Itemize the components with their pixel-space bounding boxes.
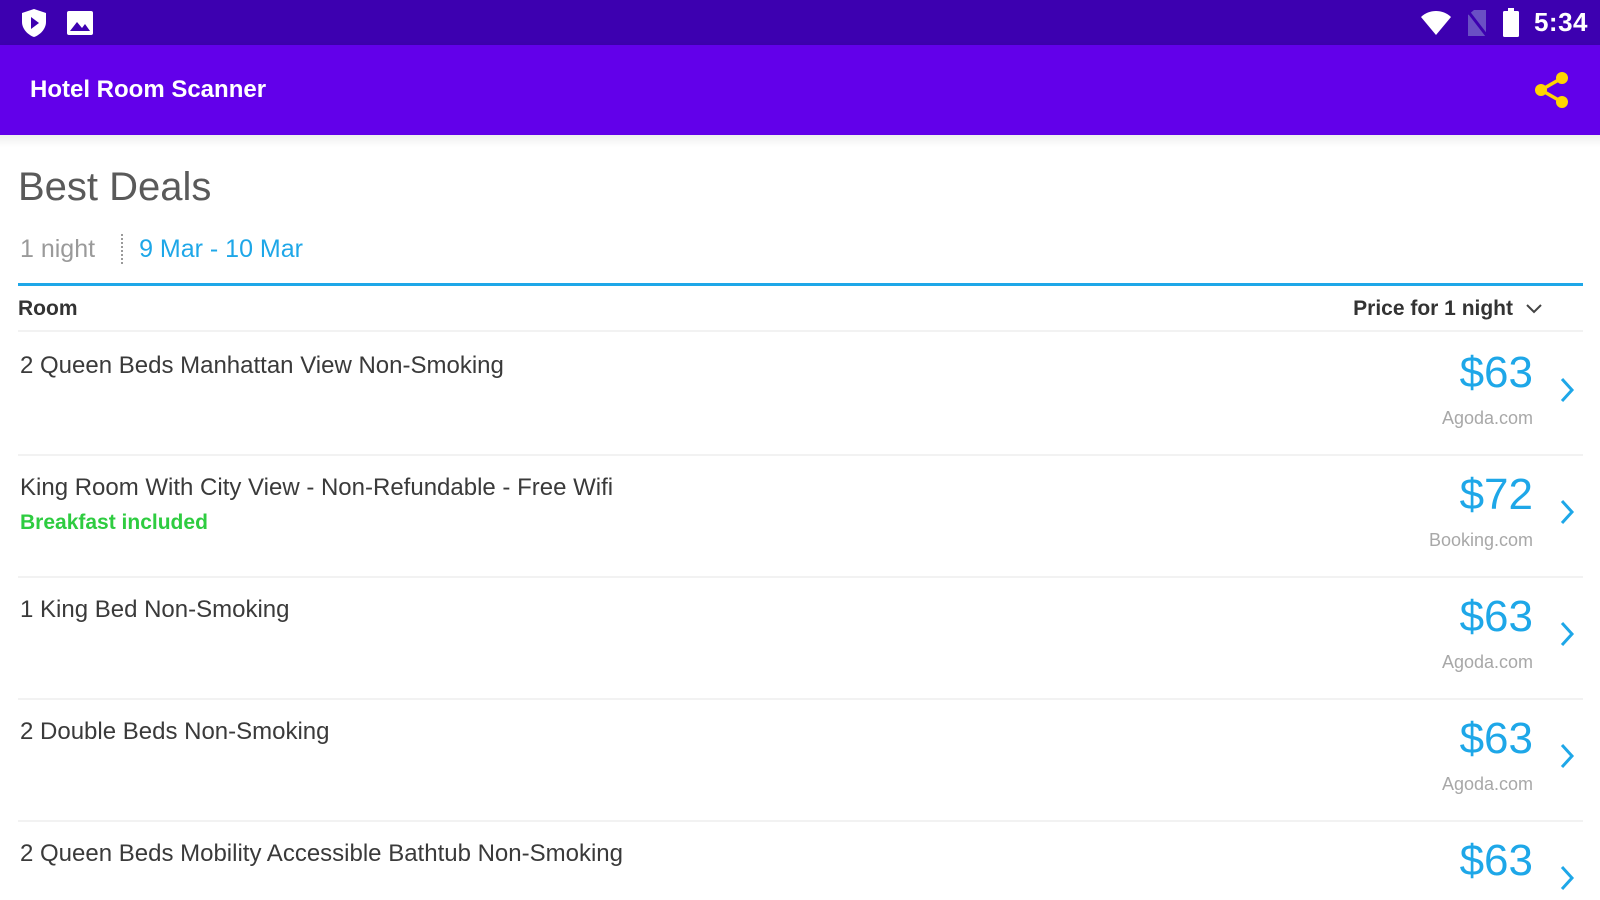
column-price-label: Price for 1 night [1353, 296, 1513, 320]
room-name: King Room With City View - Non-Refundabl… [20, 474, 614, 501]
shield-play-icon [20, 8, 48, 38]
room-source: Agoda.com [1441, 774, 1533, 794]
date-row: 1 night 9 Mar - 10 Mar [20, 229, 303, 269]
status-right: 5:34 [1420, 7, 1588, 38]
chevron-right-icon [1555, 618, 1579, 650]
app-title: Hotel Room Scanner [30, 76, 267, 103]
section-title: Best Deals [18, 165, 212, 209]
table-header: Room Price for 1 night [18, 287, 1583, 332]
room-name: 2 Queen Beds Manhattan View Non-Smoking [20, 352, 504, 379]
date-range-link[interactable]: 9 Mar - 10 Mar [139, 235, 303, 264]
content-area: Best Deals 1 night 9 Mar - 10 Mar Room P… [0, 135, 1600, 900]
chevron-right-icon [1555, 862, 1579, 894]
price-sort-dropdown[interactable]: Price for 1 night [1353, 297, 1543, 321]
room-name: 1 King Bed Non-Smoking [20, 596, 290, 623]
room-price: $63 [1459, 592, 1533, 641]
column-room: Room [18, 296, 78, 320]
room-price: $63 [1459, 714, 1533, 763]
room-row[interactable]: 2 Double Beds Non-Smoking $63 Agoda.com [18, 700, 1583, 822]
share-button[interactable] [1528, 66, 1576, 114]
chevron-right-icon [1555, 740, 1579, 772]
chevron-right-icon [1555, 496, 1579, 528]
room-source: Agoda.com [1441, 652, 1533, 672]
room-row[interactable]: 1 King Bed Non-Smoking $63 Agoda.com [18, 578, 1583, 700]
status-bar: 5:34 [0, 0, 1600, 45]
room-row[interactable]: King Room With City View - Non-Refundabl… [18, 456, 1583, 578]
battery-icon [1502, 7, 1520, 38]
room-row[interactable]: 2 Queen Beds Manhattan View Non-Smoking … [18, 334, 1583, 456]
room-price: $63 [1459, 836, 1533, 885]
room-row[interactable]: 2 Queen Beds Mobility Accessible Bathtub… [18, 822, 1583, 900]
status-left [20, 8, 94, 38]
room-source: Agoda.com [1441, 408, 1533, 428]
room-list: 2 Queen Beds Manhattan View Non-Smoking … [18, 334, 1583, 900]
share-icon [1535, 72, 1568, 108]
nights-label: 1 night [20, 234, 96, 263]
room-price: $72 [1459, 470, 1533, 519]
app-bar-shadow [0, 135, 1600, 147]
image-icon [66, 10, 94, 36]
no-sim-icon [1465, 8, 1488, 37]
status-time: 5:34 [1533, 7, 1588, 37]
app-bar: Hotel Room Scanner [0, 45, 1600, 135]
date-separator [121, 234, 124, 264]
room-name: 2 Double Beds Non-Smoking [20, 718, 330, 745]
room-price: $63 [1459, 348, 1533, 397]
room-name: 2 Queen Beds Mobility Accessible Bathtub… [20, 840, 623, 867]
chevron-right-icon [1555, 374, 1579, 406]
room-extra: Breakfast included [20, 511, 208, 534]
wifi-icon [1420, 10, 1452, 36]
room-source: Booking.com [1428, 530, 1533, 550]
chevron-down-icon [1526, 303, 1542, 313]
section-divider [18, 283, 1583, 286]
